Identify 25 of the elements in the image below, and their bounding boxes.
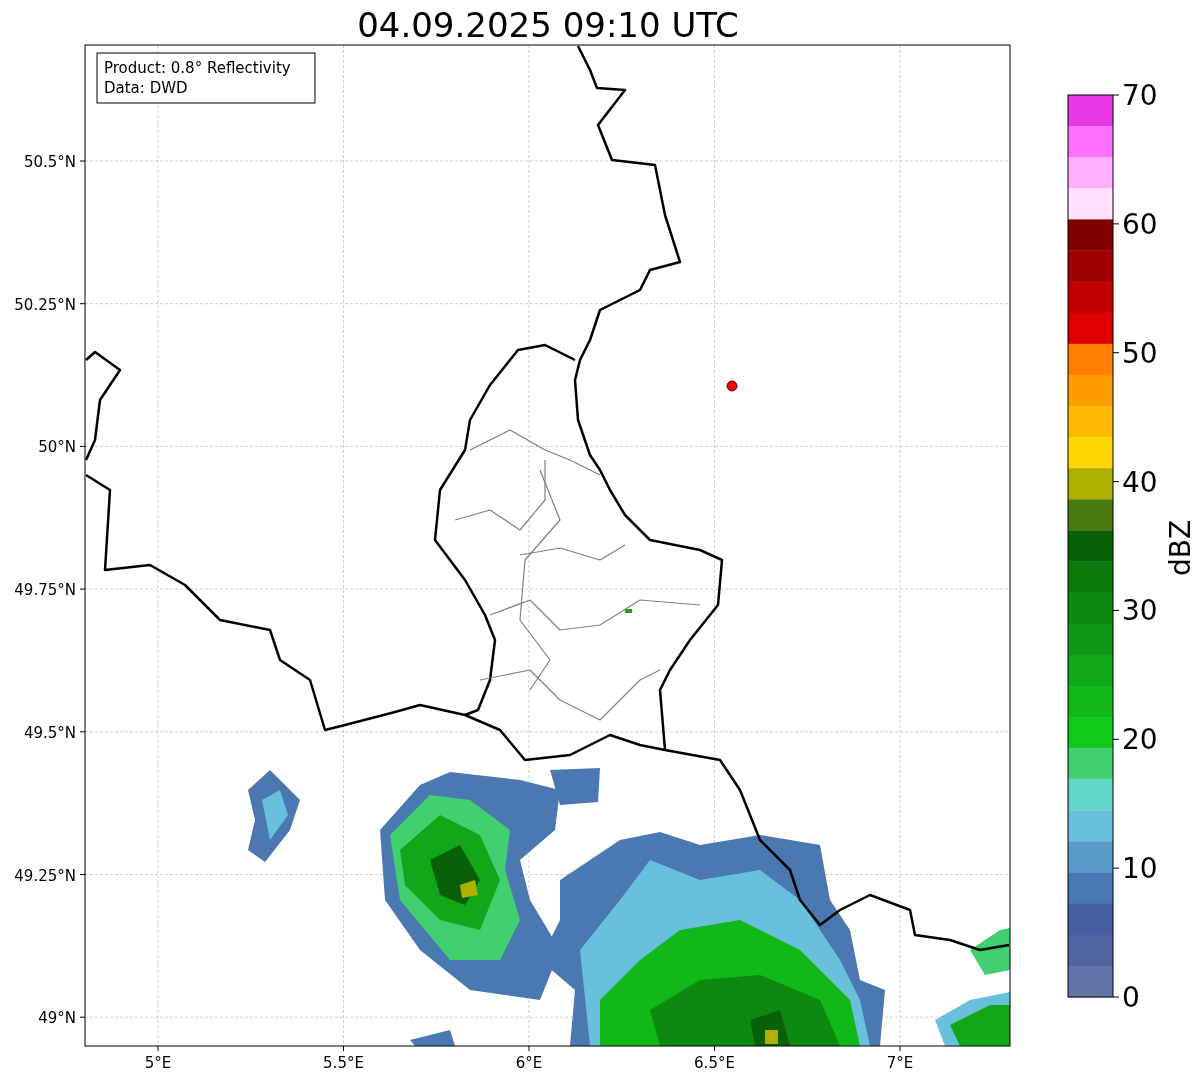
colorbar-tick-label: 0 <box>1122 981 1140 1014</box>
y-tick-label: 49°N <box>38 1009 76 1028</box>
colorbar-tick-label: 30 <box>1122 594 1158 628</box>
y-tick-label: 50.25°N <box>14 295 76 314</box>
chart-title: 04.09.2025 09:10 UTC <box>357 5 739 45</box>
colorbar-tick-label: 40 <box>1122 465 1158 499</box>
colorbar-tick-label: 50 <box>1122 336 1158 370</box>
colorbar-tick-label: 10 <box>1122 852 1158 886</box>
colorbar-tick-label: 20 <box>1122 723 1158 757</box>
y-tick-label: 49.25°N <box>14 866 76 885</box>
info-text: Data: DWD <box>104 79 188 97</box>
x-tick-label: 7°E <box>886 1054 914 1072</box>
colorbar-tick-label: 60 <box>1122 207 1158 241</box>
colorbar-tick-label: 70 <box>1122 79 1158 112</box>
radar-site-marker <box>726 380 738 392</box>
x-tick-label: 5°E <box>144 1054 172 1072</box>
x-tick-label: 6°E <box>515 1054 543 1072</box>
x-tick-label: 5.5°E <box>323 1054 364 1072</box>
y-tick-label: 49.75°N <box>14 581 76 600</box>
y-tick-label: 49.5°N <box>23 723 76 742</box>
y-tick-label: 50°N <box>38 438 76 457</box>
y-tick-label: 50.5°N <box>23 153 76 171</box>
colorbar-label: dBZ <box>1164 519 1197 577</box>
x-tick-label: 6.5°E <box>694 1054 735 1072</box>
info-text: Product: 0.8° Reflectivity <box>104 59 291 77</box>
